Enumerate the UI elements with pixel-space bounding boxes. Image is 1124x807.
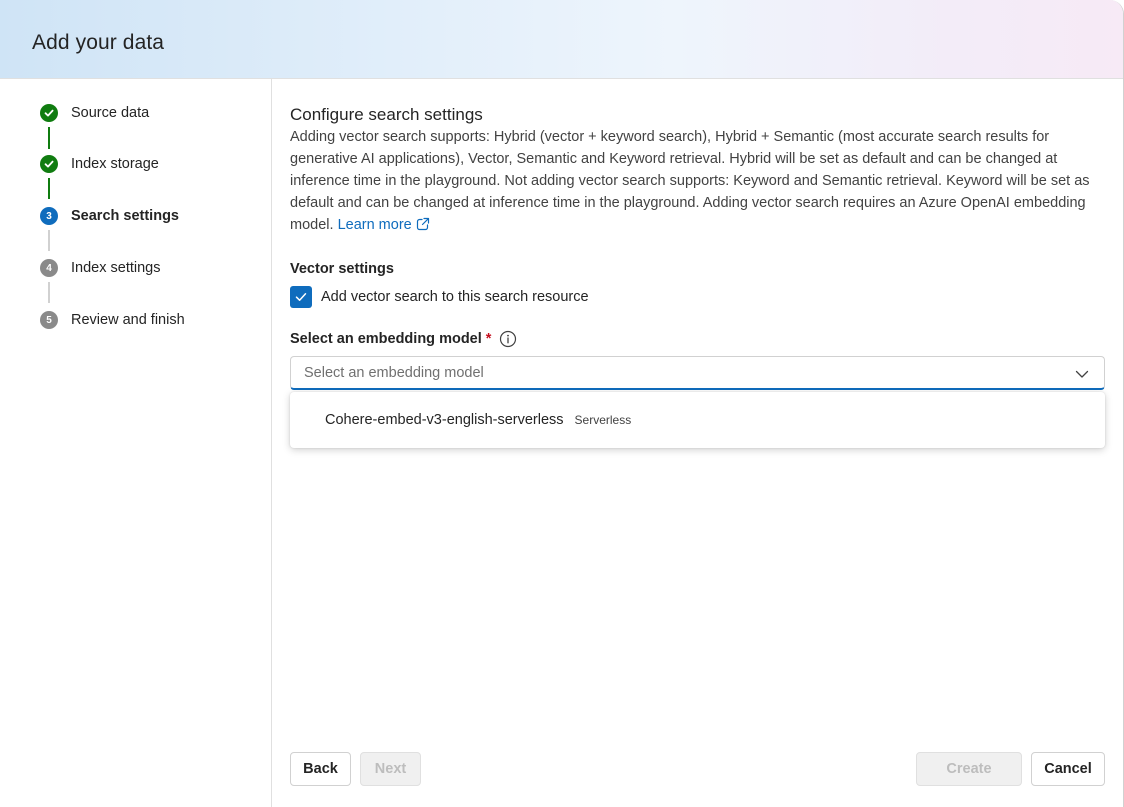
step-source-data[interactable]: Source data <box>40 102 149 124</box>
required-indicator: * <box>485 331 492 347</box>
step-number-badge: 3 <box>40 207 58 225</box>
checkmark-icon <box>40 104 58 122</box>
next-button[interactable]: Next <box>360 752 421 786</box>
checkmark-icon <box>40 155 58 173</box>
external-link-icon <box>416 216 430 238</box>
step-connector <box>48 282 50 303</box>
wizard-steps-sidebar: Source data Index storage 3 Search setti… <box>0 79 272 807</box>
main-panel: Configure search settings Adding vector … <box>290 79 1106 807</box>
step-label: Index settings <box>71 260 161 276</box>
option-name: Cohere-embed-v3-english-serverless <box>325 412 564 428</box>
vector-search-checkbox[interactable] <box>290 286 312 308</box>
description-text: Adding vector search supports: Hybrid (v… <box>290 126 1106 238</box>
learn-more-label: Learn more <box>337 217 412 233</box>
step-search-settings[interactable]: 3 Search settings <box>40 205 179 227</box>
step-label: Review and finish <box>71 312 185 328</box>
step-number-badge: 5 <box>40 311 58 329</box>
step-connector <box>48 127 50 149</box>
chevron-down-icon <box>1074 366 1090 387</box>
step-label: Search settings <box>71 208 179 224</box>
embedding-model-label-text: Select an embedding model <box>290 331 482 347</box>
step-label: Source data <box>71 105 150 121</box>
vector-search-checkbox-row[interactable]: Add vector search to this search resourc… <box>290 286 589 308</box>
vector-search-checkbox-label: Add vector search to this search resourc… <box>321 289 589 305</box>
step-review-and-finish[interactable]: 5 Review and finish <box>40 309 185 331</box>
learn-more-link[interactable]: Learn more <box>338 217 430 233</box>
back-button[interactable]: Back <box>290 752 351 786</box>
vector-settings-label: Vector settings <box>290 261 394 277</box>
step-number-badge: 4 <box>40 259 58 277</box>
section-title: Configure search settings <box>290 105 483 124</box>
step-index-storage[interactable]: Index storage <box>40 153 159 175</box>
step-connector <box>48 178 50 199</box>
embedding-model-dropdown[interactable]: Select an embedding model <box>290 356 1105 390</box>
checkmark-icon <box>295 293 307 301</box>
cancel-button[interactable]: Cancel <box>1031 752 1105 786</box>
embedding-model-listbox: Cohere-embed-v3-english-serverless Serve… <box>290 392 1105 448</box>
option-tag: Serverless <box>574 413 632 427</box>
info-icon[interactable] <box>499 330 517 348</box>
listbox-option[interactable]: Cohere-embed-v3-english-serverless Serve… <box>290 412 631 428</box>
create-button[interactable]: Create <box>916 752 1022 786</box>
embedding-model-label: Select an embedding model * <box>290 330 517 348</box>
dialog-title: Add your data <box>32 31 165 54</box>
dialog-header: Add your data <box>0 0 1123 79</box>
add-data-dialog: Add your data Source data Index storage … <box>0 0 1124 807</box>
step-connector <box>48 230 50 251</box>
step-index-settings[interactable]: 4 Index settings <box>40 257 160 279</box>
dropdown-placeholder: Select an embedding model <box>304 364 484 381</box>
step-label: Index storage <box>71 156 159 172</box>
